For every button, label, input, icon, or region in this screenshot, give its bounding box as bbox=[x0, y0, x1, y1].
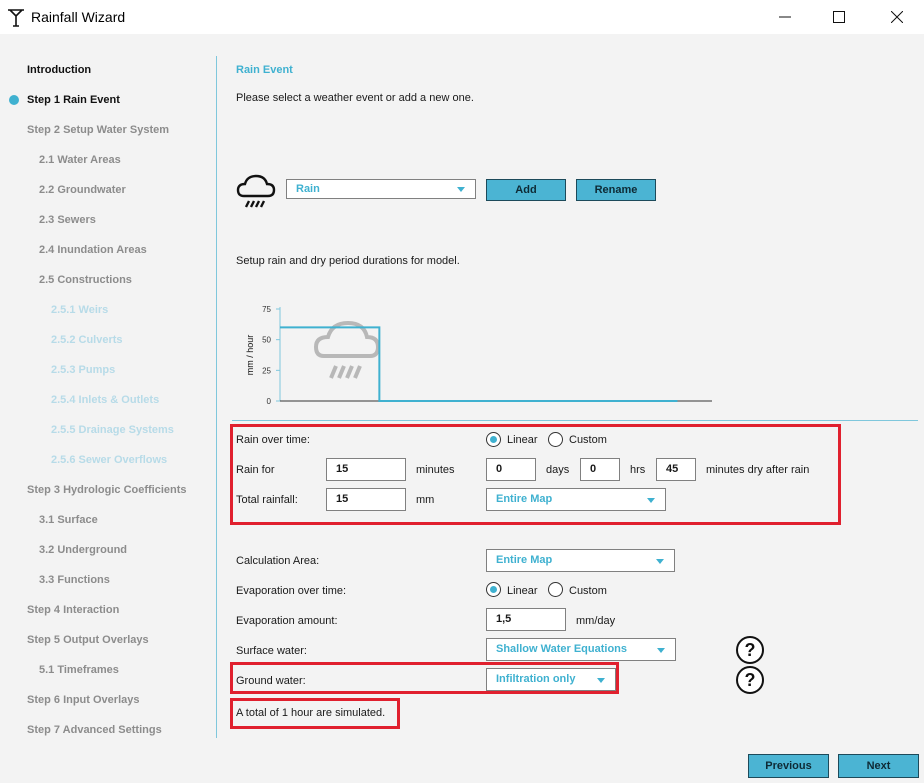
evaporation-linear-label: Linear bbox=[507, 585, 538, 597]
sidebar-item[interactable]: 2.5.2 Culverts bbox=[51, 331, 123, 349]
current-step-indicator bbox=[9, 95, 19, 105]
maximize-button[interactable] bbox=[816, 0, 862, 34]
sidebar-item[interactable]: Step 3 Hydrologic Coefficients bbox=[27, 481, 187, 499]
evaporation-amount-label: Evaporation amount: bbox=[236, 615, 338, 627]
evaporation-amount-input[interactable]: 1,5 bbox=[486, 608, 566, 631]
rain-cloud-icon bbox=[236, 174, 276, 208]
sidebar-item[interactable]: 2.5.3 Pumps bbox=[51, 361, 115, 379]
sidebar-item[interactable]: Step 5 Output Overlays bbox=[27, 631, 149, 649]
sidebar-item[interactable]: Step 6 Input Overlays bbox=[27, 691, 139, 709]
rain-settings-highlight bbox=[230, 424, 841, 525]
sidebar-item[interactable]: 5.1 Timeframes bbox=[39, 661, 119, 679]
sidebar-divider bbox=[216, 56, 217, 738]
title-bar: Rainfall Wizard bbox=[0, 0, 924, 34]
rain-chart: 0 25 50 75 mm / hour bbox=[245, 305, 712, 406]
sidebar-item[interactable]: Step 2 Setup Water System bbox=[27, 121, 169, 139]
calculation-area-label: Calculation Area: bbox=[236, 555, 320, 567]
sidebar-item[interactable]: 2.1 Water Areas bbox=[39, 151, 121, 169]
sidebar-item[interactable]: 2.5.4 Inlets & Outlets bbox=[51, 391, 159, 409]
chevron-down-icon bbox=[657, 648, 665, 653]
chevron-down-icon bbox=[656, 559, 664, 564]
sidebar-item[interactable]: 2.5.5 Drainage Systems bbox=[51, 421, 174, 439]
surface-water-select[interactable]: Shallow Water Equations bbox=[486, 638, 676, 661]
ground-water-highlight bbox=[230, 662, 619, 694]
rename-button[interactable]: Rename bbox=[576, 179, 656, 201]
sidebar-item[interactable]: 3.2 Underground bbox=[39, 541, 127, 559]
intro-text: Please select a weather event or add a n… bbox=[236, 92, 474, 104]
y-tick-label: 50 bbox=[262, 336, 271, 345]
sidebar-item[interactable]: Introduction bbox=[27, 61, 91, 79]
section-divider bbox=[232, 420, 918, 421]
calculation-area-select[interactable]: Entire Map bbox=[486, 549, 675, 572]
sidebar-item[interactable]: 2.5 Constructions bbox=[39, 271, 132, 289]
sidebar-item[interactable]: 3.3 Functions bbox=[39, 571, 110, 589]
y-tick-label: 0 bbox=[267, 397, 272, 406]
surface-water-value: Shallow Water Equations bbox=[496, 643, 627, 655]
ground-water-help-icon[interactable]: ? bbox=[736, 666, 764, 694]
chevron-down-icon bbox=[457, 187, 465, 192]
evaporation-amount-unit: mm/day bbox=[576, 615, 616, 627]
rain-series-line bbox=[280, 326, 678, 402]
setup-text: Setup rain and dry period durations for … bbox=[236, 255, 460, 267]
weather-event-select[interactable]: Rain bbox=[286, 179, 476, 199]
evaporation-linear-radio[interactable] bbox=[486, 582, 501, 597]
window-title: Rainfall Wizard bbox=[31, 9, 126, 25]
sidebar-item[interactable]: 2.2 Groundwater bbox=[39, 181, 126, 199]
summary-highlight bbox=[230, 698, 400, 729]
evaporation-custom-radio[interactable] bbox=[548, 582, 563, 597]
app-logo-icon bbox=[8, 9, 24, 27]
y-axis-label: mm / hour bbox=[245, 335, 255, 376]
minimize-button[interactable] bbox=[762, 0, 808, 34]
wizard-sidebar: Introduction Step 1 Rain Event Step 2 Setu… bbox=[0, 34, 216, 783]
close-button[interactable] bbox=[874, 0, 920, 34]
weather-event-value: Rain bbox=[296, 183, 320, 195]
maximize-icon bbox=[833, 11, 845, 23]
sidebar-item[interactable]: 2.4 Inundation Areas bbox=[39, 241, 147, 259]
add-button[interactable]: Add bbox=[486, 179, 566, 201]
chart-rain-icon bbox=[329, 365, 362, 379]
surface-water-label: Surface water: bbox=[236, 645, 307, 657]
minimize-icon bbox=[779, 16, 791, 18]
section-title: Rain Event bbox=[236, 64, 293, 76]
sidebar-item[interactable]: 2.5.1 Weirs bbox=[51, 301, 108, 319]
y-tick-label: 25 bbox=[262, 366, 271, 375]
y-tick-label: 75 bbox=[262, 305, 271, 314]
calculation-area-value: Entire Map bbox=[496, 554, 553, 566]
sidebar-item[interactable]: Step 4 Interaction bbox=[27, 601, 119, 619]
evaporation-custom-label: Custom bbox=[569, 585, 607, 597]
sidebar-item[interactable]: Step 1 Rain Event bbox=[27, 91, 120, 109]
close-icon bbox=[891, 11, 903, 23]
sidebar-item[interactable]: 3.1 Surface bbox=[39, 511, 98, 529]
surface-water-help-icon[interactable]: ? bbox=[736, 636, 764, 664]
previous-button[interactable]: Previous bbox=[748, 754, 829, 778]
next-button[interactable]: Next bbox=[838, 754, 919, 778]
evaporation-over-time-label: Evaporation over time: bbox=[236, 585, 347, 597]
sidebar-item[interactable]: 2.3 Sewers bbox=[39, 211, 96, 229]
sidebar-item[interactable]: Step 7 Advanced Settings bbox=[27, 721, 162, 739]
sidebar-item[interactable]: 2.5.6 Sewer Overflows bbox=[51, 451, 167, 469]
